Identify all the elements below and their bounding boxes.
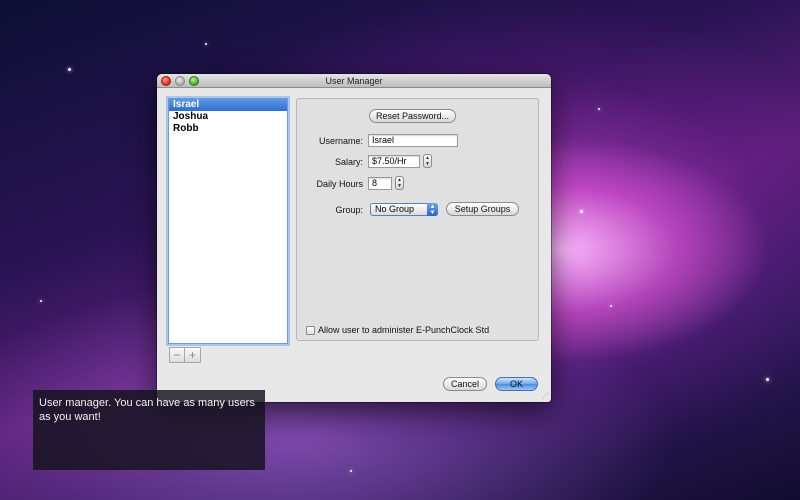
group-select[interactable]: No Group ▲ ▼ bbox=[370, 203, 438, 216]
ok-button[interactable]: OK bbox=[495, 377, 538, 391]
user-manager-window: User Manager Israel Joshua Robb − + Rese… bbox=[157, 74, 551, 402]
daily-hours-stepper[interactable]: ▲ ▼ bbox=[395, 176, 404, 190]
star-decoration bbox=[598, 108, 600, 110]
cancel-button[interactable]: Cancel bbox=[443, 377, 487, 391]
user-details-panel: Reset Password... Username: Israel Salar… bbox=[296, 98, 539, 341]
setup-groups-button[interactable]: Setup Groups bbox=[446, 202, 519, 216]
daily-hours-label: Daily Hours bbox=[316, 179, 363, 189]
star-decoration bbox=[766, 378, 769, 381]
salary-stepper[interactable]: ▲ ▼ bbox=[423, 154, 432, 168]
username-field[interactable]: Israel bbox=[368, 134, 458, 147]
admin-checkbox-label: Allow user to administer E-PunchClock St… bbox=[318, 325, 490, 335]
stepper-down-icon[interactable]: ▼ bbox=[396, 183, 403, 189]
star-decoration bbox=[350, 470, 352, 472]
salary-field[interactable]: $7.50/Hr bbox=[368, 155, 420, 168]
stepper-down-icon[interactable]: ▼ bbox=[424, 161, 431, 167]
chevron-updown-icon: ▲ ▼ bbox=[427, 203, 438, 216]
minimize-window-icon[interactable] bbox=[175, 76, 185, 86]
window-title: User Manager bbox=[325, 76, 383, 86]
user-list-item[interactable]: Israel bbox=[169, 99, 287, 111]
resize-grip-icon[interactable]: ⋰ bbox=[542, 392, 549, 400]
user-list-item[interactable]: Robb bbox=[169, 123, 287, 135]
remove-user-button[interactable]: − bbox=[169, 347, 185, 363]
add-user-button[interactable]: + bbox=[185, 347, 201, 363]
caption-overlay: User manager. You can have as many users… bbox=[33, 390, 265, 470]
daily-hours-field[interactable]: 8 bbox=[368, 177, 392, 190]
zoom-window-icon[interactable] bbox=[189, 76, 199, 86]
reset-password-button[interactable]: Reset Password... bbox=[369, 109, 456, 123]
salary-label: Salary: bbox=[334, 157, 363, 167]
star-decoration bbox=[68, 68, 71, 71]
close-window-icon[interactable] bbox=[161, 76, 171, 86]
window-titlebar[interactable]: User Manager bbox=[157, 74, 551, 88]
caption-text: User manager. You can have as many users… bbox=[39, 397, 255, 423]
group-label: Group: bbox=[335, 205, 363, 215]
star-decoration bbox=[580, 210, 583, 213]
star-decoration bbox=[610, 305, 612, 307]
list-buttons: − + bbox=[169, 347, 201, 363]
star-decoration bbox=[40, 300, 42, 302]
username-label: Username: bbox=[318, 136, 363, 146]
user-list[interactable]: Israel Joshua Robb bbox=[168, 98, 288, 344]
admin-checkbox[interactable] bbox=[306, 325, 315, 335]
star-decoration bbox=[205, 43, 207, 45]
admin-checkbox-row[interactable]: Allow user to administer E-PunchClock St… bbox=[306, 325, 489, 335]
user-list-item[interactable]: Joshua bbox=[169, 111, 287, 123]
group-select-value: No Group bbox=[375, 204, 415, 214]
